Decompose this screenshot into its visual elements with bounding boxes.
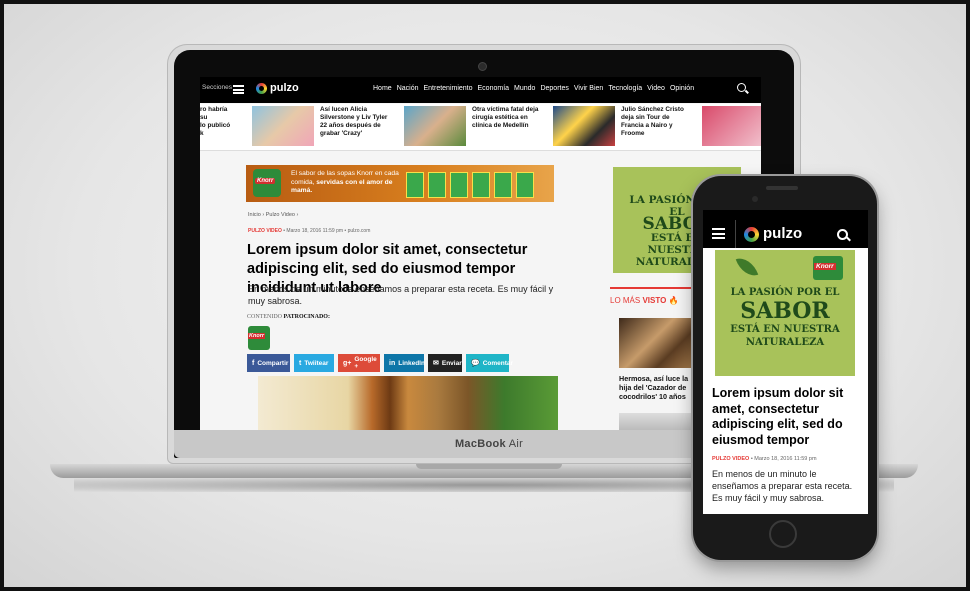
nav-economia[interactable]: Economía xyxy=(478,85,510,92)
share-twitter-button[interactable]: t Twiitear xyxy=(294,354,334,372)
nav-nacion[interactable]: Nación xyxy=(397,85,419,92)
site-logo[interactable]: pulzo xyxy=(270,82,299,94)
nav-opinion[interactable]: Opinión xyxy=(670,85,694,92)
sponsored-label: CONTENIDO PATROCINADO: xyxy=(247,314,330,320)
knorr-wordmark: Knorr xyxy=(255,178,276,184)
menu-icon[interactable] xyxy=(712,228,725,239)
facebook-icon: f xyxy=(252,359,255,367)
nav-entretenimiento[interactable]: Entretenimiento xyxy=(423,85,472,92)
mobile-article-meta: PULZO VIDEO • Marzo 18, 2016 11:59 pm xyxy=(712,456,817,462)
story-title[interactable]: ro habría su lo publicó k xyxy=(200,106,240,138)
search-icon[interactable] xyxy=(737,83,746,92)
comment-icon: 💬 xyxy=(471,360,480,367)
most-viewed-title[interactable]: Hermosa, así luce la hija del 'Cazador d… xyxy=(619,374,699,401)
story-thumbnail[interactable] xyxy=(252,106,314,146)
knorr-logo-icon: Knorr xyxy=(253,169,281,197)
most-viewed-thumbnail[interactable] xyxy=(619,413,693,430)
laptop-screen: Secciones pulzo Home Nación Entretenimie… xyxy=(200,77,761,430)
leaf-icon xyxy=(735,253,759,281)
mobile-article-headline: Lorem ipsum dolor sit amet, consectetur … xyxy=(712,386,844,447)
article-dek: En menos de un minuto le enseñamos a pre… xyxy=(248,284,554,306)
site-header: Secciones pulzo Home Nación Entretenimie… xyxy=(200,77,761,103)
article-meta: PULZO VIDEO • Marzo 18, 2016 11:59 pm • … xyxy=(248,228,370,234)
header-divider xyxy=(735,220,736,248)
mobile-article-category[interactable]: PULZO VIDEO xyxy=(712,456,749,462)
twitter-icon: t xyxy=(299,359,302,367)
nav-deportes[interactable]: Deportes xyxy=(540,85,568,92)
knorr-wordmark: Knorr xyxy=(814,263,836,270)
article-date: • Marzo 18, 2016 11:59 pm • pulzo.com xyxy=(283,228,371,234)
story-title[interactable]: Así lucen Alicia Silverstone y Liv Tyler… xyxy=(320,106,392,138)
nav-video[interactable]: Video xyxy=(647,85,665,92)
share-facebook-button[interactable]: f Compartir xyxy=(247,354,290,372)
phone-camera xyxy=(752,196,758,202)
secciones-label[interactable]: Secciones xyxy=(202,84,232,91)
laptop-base-notch xyxy=(416,464,562,469)
nav-tecnologia[interactable]: Tecnología xyxy=(608,85,642,92)
pulzo-logo-icon[interactable] xyxy=(744,227,759,242)
most-viewed-thumbnail[interactable] xyxy=(619,318,693,368)
breadcrumb[interactable]: Inicio › Pulzo Video › xyxy=(248,212,298,218)
article-hero-image[interactable] xyxy=(258,376,558,430)
phone-home-button[interactable] xyxy=(769,520,797,548)
phone-speaker xyxy=(766,186,798,190)
share-linkedin-button[interactable]: in LinkedIn xyxy=(384,354,425,372)
nav-vivir-bien[interactable]: Vivir Bien xyxy=(574,85,603,92)
share-googleplus-button[interactable]: g+ Google + xyxy=(338,354,380,372)
story-thumbnail[interactable] xyxy=(553,106,615,146)
story-thumbnail[interactable] xyxy=(404,106,466,146)
story-title[interactable]: Otra víctima fatal deja cirugía estética… xyxy=(472,106,544,130)
article-category[interactable]: PULZO VIDEO xyxy=(248,228,282,234)
laptop-brand-label: MacBook Air xyxy=(454,438,524,450)
main-nav: Home Nación Entretenimiento Economía Mun… xyxy=(373,85,694,92)
phone-screen: pulzo Knorr LA PASIÓN POR EL SABOR ESTÁ … xyxy=(703,210,868,514)
mobile-site-header: pulzo xyxy=(703,210,868,248)
fire-icon: 🔥 xyxy=(668,296,679,305)
share-buttons: f Compartir t Twiitear g+ Google + in Linked… xyxy=(247,354,513,372)
nav-home[interactable]: Home xyxy=(373,85,392,92)
mobile-knorr-ad[interactable]: Knorr LA PASIÓN POR EL SABOR ESTÁ EN NUE… xyxy=(715,250,855,376)
story-title[interactable]: Julio Sánchez Cristo deja sin Tour de Fr… xyxy=(621,106,693,138)
google-plus-icon: g+ xyxy=(343,359,352,367)
mobile-article-dek: En menos de un minuto le enseñamos a pre… xyxy=(712,469,853,503)
pulzo-logo-icon[interactable] xyxy=(256,83,267,94)
search-icon[interactable] xyxy=(837,229,848,240)
envelope-icon: ✉ xyxy=(433,360,439,367)
nav-mundo[interactable]: Mundo xyxy=(514,85,535,92)
knorr-banner-ad[interactable]: Knorr El sabor de las sopas Knorr en cad… xyxy=(246,165,554,202)
linkedin-icon: in xyxy=(389,359,396,367)
sponsor-logo[interactable]: Knorr xyxy=(248,326,270,350)
comment-button[interactable]: 💬 Comentar xyxy=(466,354,513,372)
story-thumbnail[interactable] xyxy=(702,106,761,146)
knorr-logo-icon: Knorr xyxy=(813,256,843,280)
product-packs xyxy=(406,172,534,198)
banner-ad-text: El sabor de las sopas Knorr en cada comi… xyxy=(291,170,399,194)
mobile-site-logo[interactable]: pulzo xyxy=(763,225,802,242)
top-stories-strip: ro habría su lo publicó k Así lucen Alic… xyxy=(200,104,761,151)
mobile-ad-text: LA PASIÓN POR EL SABOR ESTÁ EN NUESTRA NA… xyxy=(730,287,840,348)
menu-icon[interactable] xyxy=(233,85,244,94)
mockup-stage: Secciones pulzo Home Nación Entretenimie… xyxy=(0,0,970,591)
share-email-button[interactable]: ✉ Enviar xyxy=(428,354,462,372)
sponsor-wordmark: Knorr xyxy=(248,333,265,339)
laptop-camera xyxy=(478,62,487,71)
